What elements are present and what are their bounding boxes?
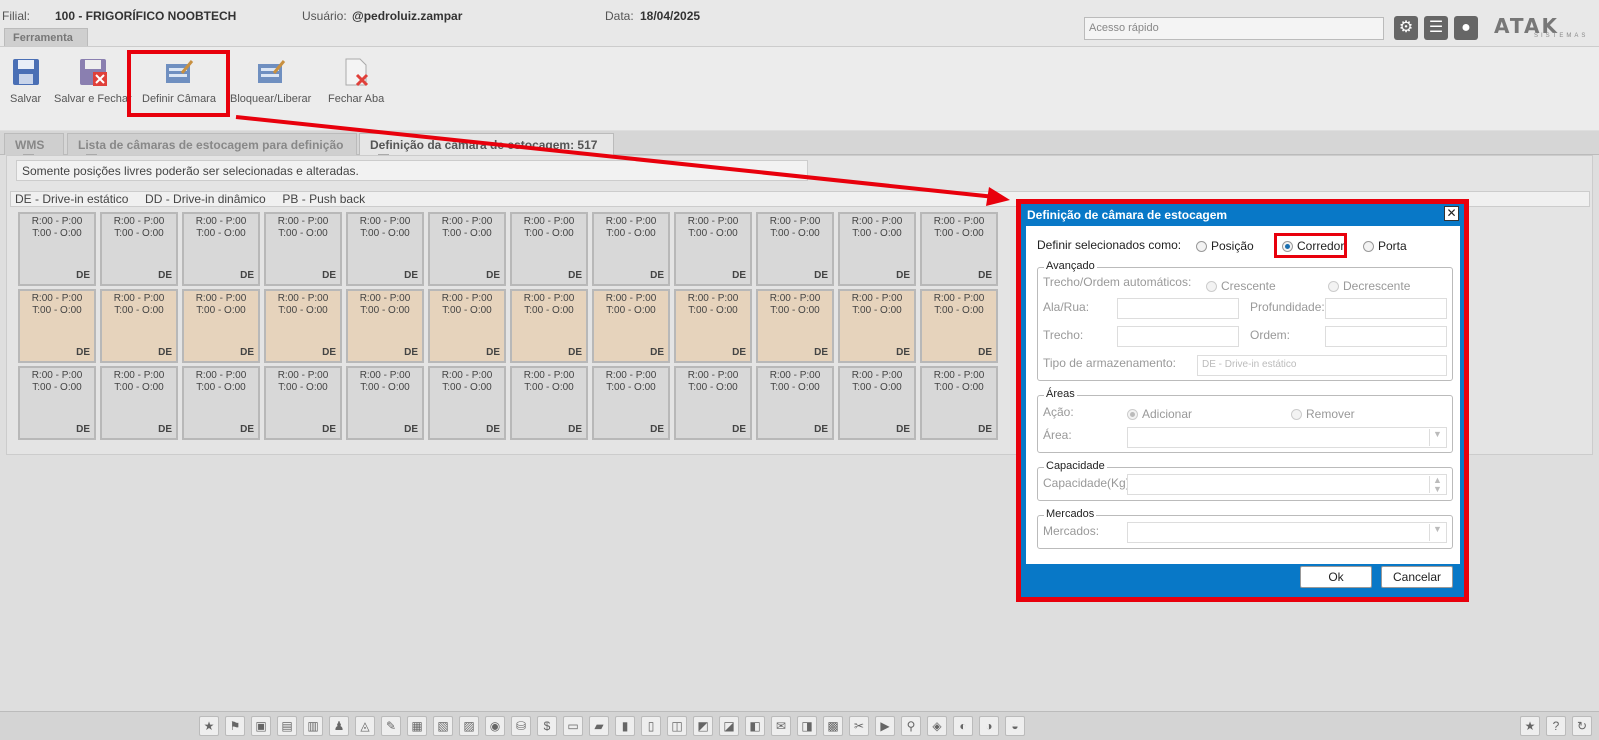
shortcut-icon[interactable]: ▧: [433, 716, 453, 736]
markets-fieldset: Mercados Mercados: ▼: [1037, 508, 1453, 549]
define-as-label: Definir selecionados como:: [1037, 238, 1182, 252]
shortcut-icon[interactable]: $: [537, 716, 557, 736]
shortcut-icon[interactable]: ▥: [303, 716, 323, 736]
dialog-body: Definir selecionados como: Posição Corre…: [1026, 226, 1460, 564]
shortcut-icon[interactable]: ⚑: [225, 716, 245, 736]
shortcut-icon[interactable]: ▣: [251, 716, 271, 736]
chevron-down-icon[interactable]: ▼: [1429, 524, 1445, 541]
area-select[interactable]: ▼: [1127, 427, 1447, 448]
close-icon[interactable]: ✕: [1444, 206, 1459, 221]
shortcut-icon[interactable]: ▤: [277, 716, 297, 736]
depth-label: Profundidade:: [1250, 300, 1325, 314]
capacity-label: Capacidade(Kg):: [1043, 476, 1134, 490]
stretch-label: Trecho:: [1043, 328, 1084, 342]
shortcut-icon[interactable]: ◫: [667, 716, 687, 736]
shortcut-icon[interactable]: ▮: [615, 716, 635, 736]
cancel-button[interactable]: Cancelar: [1381, 566, 1453, 588]
order-label: Ordem:: [1250, 328, 1291, 342]
shortcut-icon[interactable]: ⛁: [511, 716, 531, 736]
shortcut-icon[interactable]: ◧: [745, 716, 765, 736]
radio-posicao[interactable]: [1196, 241, 1207, 252]
shortcut-icon[interactable]: ◩: [693, 716, 713, 736]
markets-label: Mercados:: [1043, 524, 1100, 538]
shortcut-icon[interactable]: ◬: [355, 716, 375, 736]
order-input[interactable]: [1325, 326, 1447, 347]
shortcut-icon[interactable]: ♟: [329, 716, 349, 736]
radio-porta-label: Porta: [1378, 239, 1407, 253]
shortcut-icon[interactable]: ✂: [849, 716, 869, 736]
storage-type-label: Tipo de armazenamento:: [1043, 356, 1176, 370]
aisle-label: Ala/Rua:: [1043, 300, 1090, 314]
chevron-down-icon[interactable]: ▼: [1429, 429, 1445, 446]
area-label: Área:: [1043, 428, 1072, 442]
shortcut-icon[interactable]: ▨: [459, 716, 479, 736]
storage-type-input[interactable]: DE - Drive-in estático: [1197, 355, 1447, 376]
shortcut-icon[interactable]: ▦: [407, 716, 427, 736]
shortcut-icon[interactable]: ★: [199, 716, 219, 736]
advanced-legend: Avançado: [1044, 260, 1097, 272]
radio-adicionar-label: Adicionar: [1142, 407, 1193, 421]
radio-posicao-label: Posição: [1211, 239, 1254, 253]
radio-corredor[interactable]: [1282, 241, 1293, 252]
aisle-input[interactable]: [1117, 298, 1239, 319]
ok-button[interactable]: Ok: [1300, 566, 1372, 588]
shortcut-icon[interactable]: ▭: [563, 716, 583, 736]
action-label: Ação:: [1043, 405, 1074, 419]
shortcut-icon[interactable]: ◒: [1005, 716, 1025, 736]
shortcut-icon[interactable]: ◉: [485, 716, 505, 736]
areas-legend: Áreas: [1044, 388, 1077, 400]
shortcut-icon[interactable]: ✎: [381, 716, 401, 736]
shortcut-icon[interactable]: ◪: [719, 716, 739, 736]
stepper-icon[interactable]: ▲ ▼: [1429, 476, 1445, 494]
depth-input[interactable]: [1325, 298, 1447, 319]
shortcut-icon[interactable]: ◑: [979, 716, 999, 736]
shortcut-icon[interactable]: ▯: [641, 716, 661, 736]
shortcut-icon[interactable]: ◐: [953, 716, 973, 736]
radio-crescente[interactable]: [1206, 281, 1217, 292]
capacity-legend: Capacidade: [1044, 460, 1107, 472]
favorites-icon[interactable]: ★: [1520, 716, 1540, 736]
shortcut-icon[interactable]: ▰: [589, 716, 609, 736]
radio-decrescente-label: Decrescente: [1343, 279, 1411, 293]
markets-legend: Mercados: [1044, 508, 1097, 520]
capacity-input[interactable]: ▲ ▼: [1127, 474, 1447, 495]
radio-corredor-label: Corredor: [1297, 239, 1345, 253]
shortcut-icon[interactable]: ▩: [823, 716, 843, 736]
shortcut-icon[interactable]: ✉: [771, 716, 791, 736]
radio-porta[interactable]: [1363, 241, 1374, 252]
areas-fieldset: Áreas Ação: Adicionar Remover Área: ▼: [1037, 388, 1453, 453]
capacity-fieldset: Capacidade Capacidade(Kg): ▲ ▼: [1037, 460, 1453, 501]
radio-adicionar[interactable]: [1127, 409, 1138, 420]
markets-select[interactable]: ▼: [1127, 522, 1447, 543]
shortcut-icon[interactable]: ▶: [875, 716, 895, 736]
shortcut-icon[interactable]: ◈: [927, 716, 947, 736]
radio-decrescente[interactable]: [1328, 281, 1339, 292]
radio-remover[interactable]: [1291, 409, 1302, 420]
shortcut-icon[interactable]: ◨: [797, 716, 817, 736]
help-icon[interactable]: ?: [1546, 716, 1566, 736]
shortcut-icon[interactable]: ⚲: [901, 716, 921, 736]
radio-crescente-label: Crescente: [1221, 279, 1276, 293]
advanced-fieldset: Avançado Trecho/Ordem automáticos: Cresc…: [1037, 260, 1453, 381]
dialog-title: Definição de câmara de estocagem: [1027, 208, 1228, 222]
auto-order-label: Trecho/Ordem automáticos:: [1043, 275, 1192, 289]
refresh-icon[interactable]: ↻: [1572, 716, 1592, 736]
bottom-taskbar: ★ ⚑ ▣ ▤ ▥ ♟ ◬ ✎ ▦ ▧ ▨ ◉ ⛁ $ ▭ ▰ ▮ ▯ ◫ ◩ ◪ ◧ ✉ ◨ ▩ ✂ ▶ ⚲ ◈ ◐ ◑ ◒ ★? ↻: [0, 711, 1599, 740]
chamber-definition-dialog: Definição de câmara de estocagem ✕ Defin…: [1016, 199, 1469, 602]
stretch-input[interactable]: [1117, 326, 1239, 347]
radio-remover-label: Remover: [1306, 407, 1355, 421]
